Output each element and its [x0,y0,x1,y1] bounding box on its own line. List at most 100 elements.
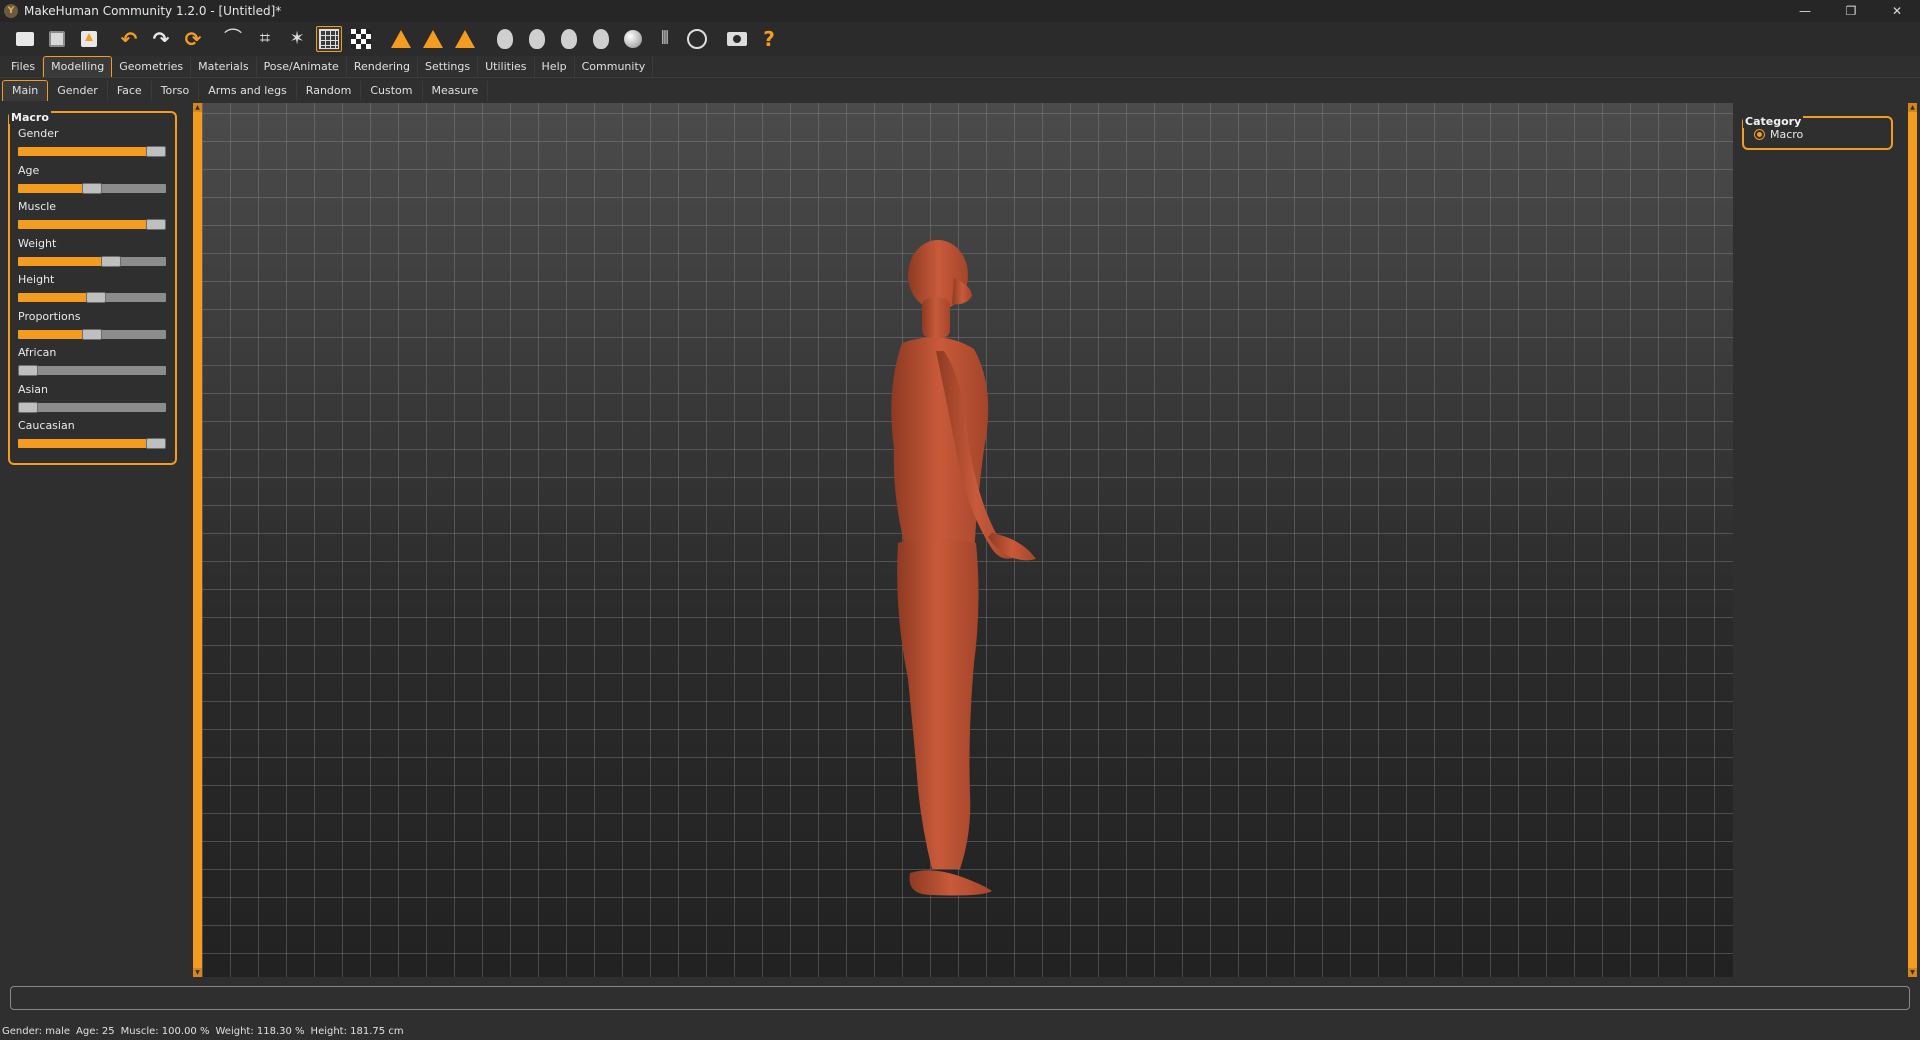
tab-utilities[interactable]: Utilities [478,57,535,77]
slider-handle[interactable] [82,182,102,194]
tab-help[interactable]: Help [535,57,575,77]
slider-track[interactable] [18,255,166,267]
status-age: Age: 25 [76,1025,115,1037]
left-scrollbar[interactable]: ▲ ▼ [193,103,202,977]
reset-camera-icon[interactable] [684,26,710,52]
close-button[interactable]: ✕ [1874,0,1920,22]
new-file-icon[interactable] [12,26,38,52]
slider-track[interactable] [18,328,166,340]
right-scrollbar[interactable]: ▲ ▼ [1908,103,1917,977]
toolbar: ↶ ↷ ⟳ ⌒ ⌗ ✶ ⦀ ? [0,22,1920,56]
wireframe-icon[interactable]: ⌗ [252,26,278,52]
subtab-torso[interactable]: Torso [152,81,200,101]
scroll-down-arrow-icon[interactable]: ▼ [1908,968,1917,977]
slider-label: Height [18,273,55,286]
slider-handle[interactable] [18,401,38,413]
tab-modelling[interactable]: Modelling [43,56,113,77]
slider-track[interactable] [18,292,166,303]
slider-handle[interactable] [146,219,166,230]
subtab-gender[interactable]: Gender [48,81,108,101]
tab-pose-animate[interactable]: Pose/Animate [257,57,347,77]
back-view-icon[interactable] [524,26,550,52]
scroll-down-arrow-icon[interactable]: ▼ [193,968,202,977]
subtab-main[interactable]: Main [2,80,49,101]
command-input[interactable] [10,986,1910,1010]
slider-handle[interactable] [146,146,166,157]
tab-rendering[interactable]: Rendering [347,57,418,77]
tab-geometries[interactable]: Geometries [112,57,192,77]
slider-label: Muscle [18,200,57,213]
slider-track[interactable] [18,365,166,376]
pose-icon[interactable]: ✶ [284,26,310,52]
main-tab-bar: Files Modelling Geometries Materials Pose/An… [0,56,1920,78]
slider-label: Age [18,163,40,177]
slider-track[interactable] [18,438,166,449]
subtab-face[interactable]: Face [108,81,152,101]
slider-track[interactable] [18,219,166,230]
slider-age: Age [18,163,168,194]
slider-track[interactable] [18,146,166,157]
slider-label: Weight [18,236,57,250]
tab-materials[interactable]: Materials [191,57,257,77]
grid-icon[interactable] [316,26,342,52]
human-model [891,240,1036,896]
symmetry-right-icon[interactable] [420,26,446,52]
help-icon[interactable]: ? [756,26,782,52]
slider-weight: Weight [18,236,168,267]
category-radio-macro[interactable]: Macro [1754,128,1803,141]
subtab-custom[interactable]: Custom [361,81,423,101]
symmetry-left-icon[interactable] [388,26,414,52]
slider-asian: Asian [18,383,168,413]
slider-label: Proportions [18,309,81,323]
macro-panel: Macro Gender Age Muscle Weight Height Proport… [8,111,177,465]
slider-muscle: Muscle [18,200,168,230]
slider-track[interactable] [18,401,166,413]
category-panel: Category Macro [1742,115,1893,150]
subtab-arms-and-legs[interactable]: Arms and legs [199,81,297,101]
slider-african: African [18,346,168,376]
left-view-icon[interactable] [556,26,582,52]
slider-track[interactable] [18,182,166,194]
macro-panel-title: Macro [9,111,51,124]
3d-viewport[interactable] [202,103,1733,977]
export-icon[interactable] [76,26,102,52]
save-icon[interactable] [44,26,70,52]
slider-handle[interactable] [146,438,166,449]
undo-icon[interactable]: ↶ [116,26,142,52]
category-panel-title: Category [1743,115,1804,128]
scroll-up-arrow-icon[interactable]: ▲ [193,103,202,112]
status-gender: Gender: male [2,1025,71,1037]
slider-fill [18,293,96,302]
tab-settings[interactable]: Settings [418,57,479,77]
symmetry-icon[interactable] [452,26,478,52]
slider-handle[interactable] [18,365,38,376]
status-height: Height: 181.75 cm [310,1025,404,1037]
slider-handle[interactable] [85,292,106,303]
radio-selected-icon[interactable] [1754,129,1765,140]
reset-icon[interactable]: ⟳ [180,26,206,52]
slider-fill [18,256,112,266]
status-muscle: Muscle: 100.00 % [120,1025,210,1037]
subtab-random[interactable]: Random [297,81,362,101]
slider-handle[interactable] [101,255,122,267]
right-view-icon[interactable] [588,26,614,52]
minimize-button[interactable]: — [1782,0,1828,22]
slider-caucasian: Caucasian [18,419,168,449]
maximize-button[interactable]: ❐ [1828,0,1874,22]
slider-fill [18,220,156,229]
slider-handle[interactable] [82,328,102,340]
tab-community[interactable]: Community [575,57,654,77]
sub-tab-bar: Main Gender Face Torso Arms and legs Random Cu… [0,79,1920,101]
smooth-icon[interactable]: ⌒ [220,26,246,52]
background-icon[interactable] [348,26,374,52]
top-view-icon[interactable] [620,26,646,52]
slider-fill [18,439,156,448]
bottom-view-icon[interactable]: ⦀ [652,26,678,52]
tab-files[interactable]: Files [4,57,44,77]
scroll-up-arrow-icon[interactable]: ▲ [1908,103,1917,112]
redo-icon[interactable]: ↷ [148,26,174,52]
front-view-icon[interactable] [492,26,518,52]
screenshot-icon[interactable] [724,26,750,52]
slider-fill [18,147,156,156]
subtab-measure[interactable]: Measure [423,81,489,101]
